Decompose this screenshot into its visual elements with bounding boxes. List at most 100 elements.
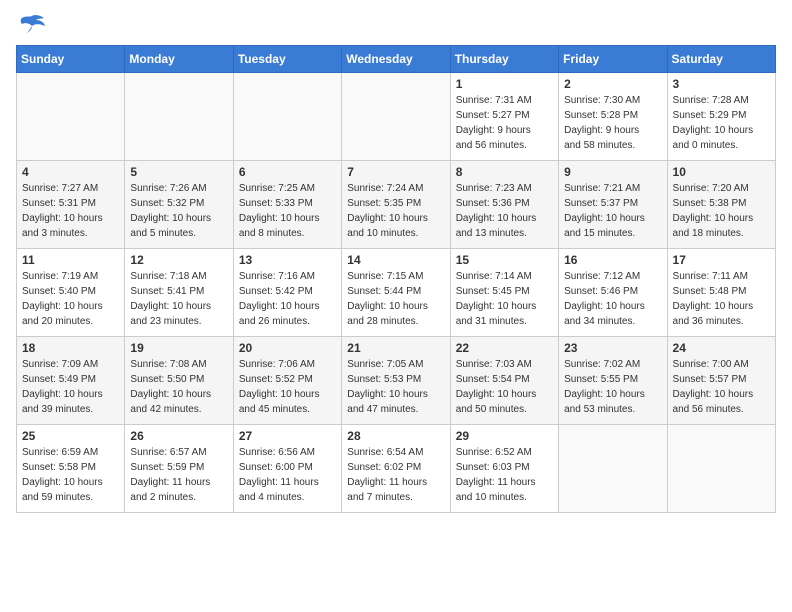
day-info: Sunrise: 7:19 AM Sunset: 5:40 PM Dayligh… — [22, 271, 103, 327]
day-number: 23 — [564, 341, 661, 355]
day-number: 21 — [347, 341, 444, 355]
week-row-1: 1Sunrise: 7:31 AM Sunset: 5:27 PM Daylig… — [17, 73, 776, 161]
day-header-wednesday: Wednesday — [342, 46, 450, 73]
day-header-sunday: Sunday — [17, 46, 125, 73]
week-row-3: 11 Sunrise: 7:19 AM Sunset: 5:40 PM Dayli… — [17, 249, 776, 337]
day-number: 29 — [456, 429, 553, 443]
calendar-cell: 13 Sunrise: 7:16 AM Sunset: 5:42 PM Dayli… — [233, 249, 341, 337]
day-number: 16 — [564, 253, 661, 267]
day-info: Sunrise: 7:21 AM Sunset: 5:37 PM Dayligh… — [564, 183, 645, 239]
day-number: 9 — [564, 165, 661, 179]
week-row-2: 4 Sunrise: 7:27 AM Sunset: 5:31 PM Daylig… — [17, 161, 776, 249]
calendar-cell — [17, 73, 125, 161]
day-info: Sunrise: 7:25 AM Sunset: 5:33 PM Dayligh… — [239, 183, 320, 239]
calendar-cell: 3Sunrise: 7:28 AM Sunset: 5:29 PM Daylig… — [667, 73, 775, 161]
calendar-cell: 9 Sunrise: 7:21 AM Sunset: 5:37 PM Daylig… — [559, 161, 667, 249]
calendar-cell: 21 Sunrise: 7:05 AM Sunset: 5:53 PM Dayli… — [342, 337, 450, 425]
day-number: 4 — [22, 165, 119, 179]
day-info: Sunrise: 7:30 AM Sunset: 5:28 PM Dayligh… — [564, 95, 640, 151]
header — [16, 16, 776, 37]
day-number: 10 — [673, 165, 770, 179]
calendar-cell — [559, 425, 667, 513]
day-number: 22 — [456, 341, 553, 355]
calendar-cell: 17 Sunrise: 7:11 AM Sunset: 5:48 PM Dayli… — [667, 249, 775, 337]
day-number: 24 — [673, 341, 770, 355]
week-row-5: 25 Sunrise: 6:59 AM Sunset: 5:58 PM Dayli… — [17, 425, 776, 513]
day-number: 27 — [239, 429, 336, 443]
day-number: 15 — [456, 253, 553, 267]
day-number: 11 — [22, 253, 119, 267]
day-info: Sunrise: 6:57 AM Sunset: 5:59 PM Dayligh… — [130, 447, 210, 503]
day-info: Sunrise: 7:03 AM Sunset: 5:54 PM Dayligh… — [456, 359, 537, 415]
calendar-cell — [342, 73, 450, 161]
day-info: Sunrise: 7:15 AM Sunset: 5:44 PM Dayligh… — [347, 271, 428, 327]
day-number: 6 — [239, 165, 336, 179]
day-header-monday: Monday — [125, 46, 233, 73]
days-header-row: SundayMondayTuesdayWednesdayThursdayFrid… — [17, 46, 776, 73]
day-number: 19 — [130, 341, 227, 355]
day-number: 12 — [130, 253, 227, 267]
day-number: 8 — [456, 165, 553, 179]
calendar-cell: 26 Sunrise: 6:57 AM Sunset: 5:59 PM Dayli… — [125, 425, 233, 513]
calendar-cell: 22 Sunrise: 7:03 AM Sunset: 5:54 PM Dayli… — [450, 337, 558, 425]
calendar-cell: 25 Sunrise: 6:59 AM Sunset: 5:58 PM Dayli… — [17, 425, 125, 513]
calendar-cell — [125, 73, 233, 161]
day-info: Sunrise: 7:28 AM Sunset: 5:29 PM Dayligh… — [673, 95, 754, 151]
calendar-cell: 19 Sunrise: 7:08 AM Sunset: 5:50 PM Dayli… — [125, 337, 233, 425]
day-header-thursday: Thursday — [450, 46, 558, 73]
week-row-4: 18 Sunrise: 7:09 AM Sunset: 5:49 PM Dayli… — [17, 337, 776, 425]
day-info: Sunrise: 7:27 AM Sunset: 5:31 PM Dayligh… — [22, 183, 103, 239]
day-info: Sunrise: 7:20 AM Sunset: 5:38 PM Dayligh… — [673, 183, 754, 239]
day-number: 7 — [347, 165, 444, 179]
day-info: Sunrise: 7:05 AM Sunset: 5:53 PM Dayligh… — [347, 359, 428, 415]
calendar-cell — [233, 73, 341, 161]
day-number: 17 — [673, 253, 770, 267]
calendar-cell: 5 Sunrise: 7:26 AM Sunset: 5:32 PM Daylig… — [125, 161, 233, 249]
day-number: 1 — [456, 77, 553, 91]
day-header-friday: Friday — [559, 46, 667, 73]
day-info: Sunrise: 7:06 AM Sunset: 5:52 PM Dayligh… — [239, 359, 320, 415]
day-info: Sunrise: 6:59 AM Sunset: 5:58 PM Dayligh… — [22, 447, 103, 503]
day-info: Sunrise: 7:09 AM Sunset: 5:49 PM Dayligh… — [22, 359, 103, 415]
day-info: Sunrise: 7:16 AM Sunset: 5:42 PM Dayligh… — [239, 271, 320, 327]
logo — [16, 16, 46, 37]
calendar-cell: 8 Sunrise: 7:23 AM Sunset: 5:36 PM Daylig… — [450, 161, 558, 249]
day-number: 14 — [347, 253, 444, 267]
day-number: 28 — [347, 429, 444, 443]
calendar-cell: 29Sunrise: 6:52 AM Sunset: 6:03 PM Dayli… — [450, 425, 558, 513]
calendar-table: SundayMondayTuesdayWednesdayThursdayFrid… — [16, 45, 776, 513]
calendar-cell: 27 Sunrise: 6:56 AM Sunset: 6:00 PM Dayli… — [233, 425, 341, 513]
day-info: Sunrise: 7:02 AM Sunset: 5:55 PM Dayligh… — [564, 359, 645, 415]
calendar-cell — [667, 425, 775, 513]
day-number: 26 — [130, 429, 227, 443]
calendar-cell: 14 Sunrise: 7:15 AM Sunset: 5:44 PM Dayli… — [342, 249, 450, 337]
day-info: Sunrise: 7:08 AM Sunset: 5:50 PM Dayligh… — [130, 359, 211, 415]
day-info: Sunrise: 7:26 AM Sunset: 5:32 PM Dayligh… — [130, 183, 211, 239]
calendar-cell: 12 Sunrise: 7:18 AM Sunset: 5:41 PM Dayli… — [125, 249, 233, 337]
day-info: Sunrise: 7:12 AM Sunset: 5:46 PM Dayligh… — [564, 271, 645, 327]
day-info: Sunrise: 7:11 AM Sunset: 5:48 PM Dayligh… — [673, 271, 754, 327]
calendar-cell: 4 Sunrise: 7:27 AM Sunset: 5:31 PM Daylig… — [17, 161, 125, 249]
calendar-cell: 18 Sunrise: 7:09 AM Sunset: 5:49 PM Dayli… — [17, 337, 125, 425]
day-info: Sunrise: 7:14 AM Sunset: 5:45 PM Dayligh… — [456, 271, 537, 327]
day-number: 2 — [564, 77, 661, 91]
day-info: Sunrise: 7:23 AM Sunset: 5:36 PM Dayligh… — [456, 183, 537, 239]
day-number: 20 — [239, 341, 336, 355]
day-number: 5 — [130, 165, 227, 179]
calendar-cell: 28Sunrise: 6:54 AM Sunset: 6:02 PM Dayli… — [342, 425, 450, 513]
day-number: 25 — [22, 429, 119, 443]
calendar-cell: 7Sunrise: 7:24 AM Sunset: 5:35 PM Daylig… — [342, 161, 450, 249]
calendar-cell: 20 Sunrise: 7:06 AM Sunset: 5:52 PM Dayli… — [233, 337, 341, 425]
day-header-tuesday: Tuesday — [233, 46, 341, 73]
calendar-cell: 15 Sunrise: 7:14 AM Sunset: 5:45 PM Dayli… — [450, 249, 558, 337]
calendar-cell: 10 Sunrise: 7:20 AM Sunset: 5:38 PM Dayli… — [667, 161, 775, 249]
logo-bird-icon — [18, 14, 46, 36]
day-info: Sunrise: 7:18 AM Sunset: 5:41 PM Dayligh… — [130, 271, 211, 327]
calendar-cell: 24Sunrise: 7:00 AM Sunset: 5:57 PM Dayli… — [667, 337, 775, 425]
day-info: Sunrise: 6:56 AM Sunset: 6:00 PM Dayligh… — [239, 447, 319, 503]
calendar-cell: 16 Sunrise: 7:12 AM Sunset: 5:46 PM Dayli… — [559, 249, 667, 337]
day-number: 13 — [239, 253, 336, 267]
calendar-cell: 11 Sunrise: 7:19 AM Sunset: 5:40 PM Dayli… — [17, 249, 125, 337]
calendar-cell: 1Sunrise: 7:31 AM Sunset: 5:27 PM Daylig… — [450, 73, 558, 161]
day-number: 18 — [22, 341, 119, 355]
